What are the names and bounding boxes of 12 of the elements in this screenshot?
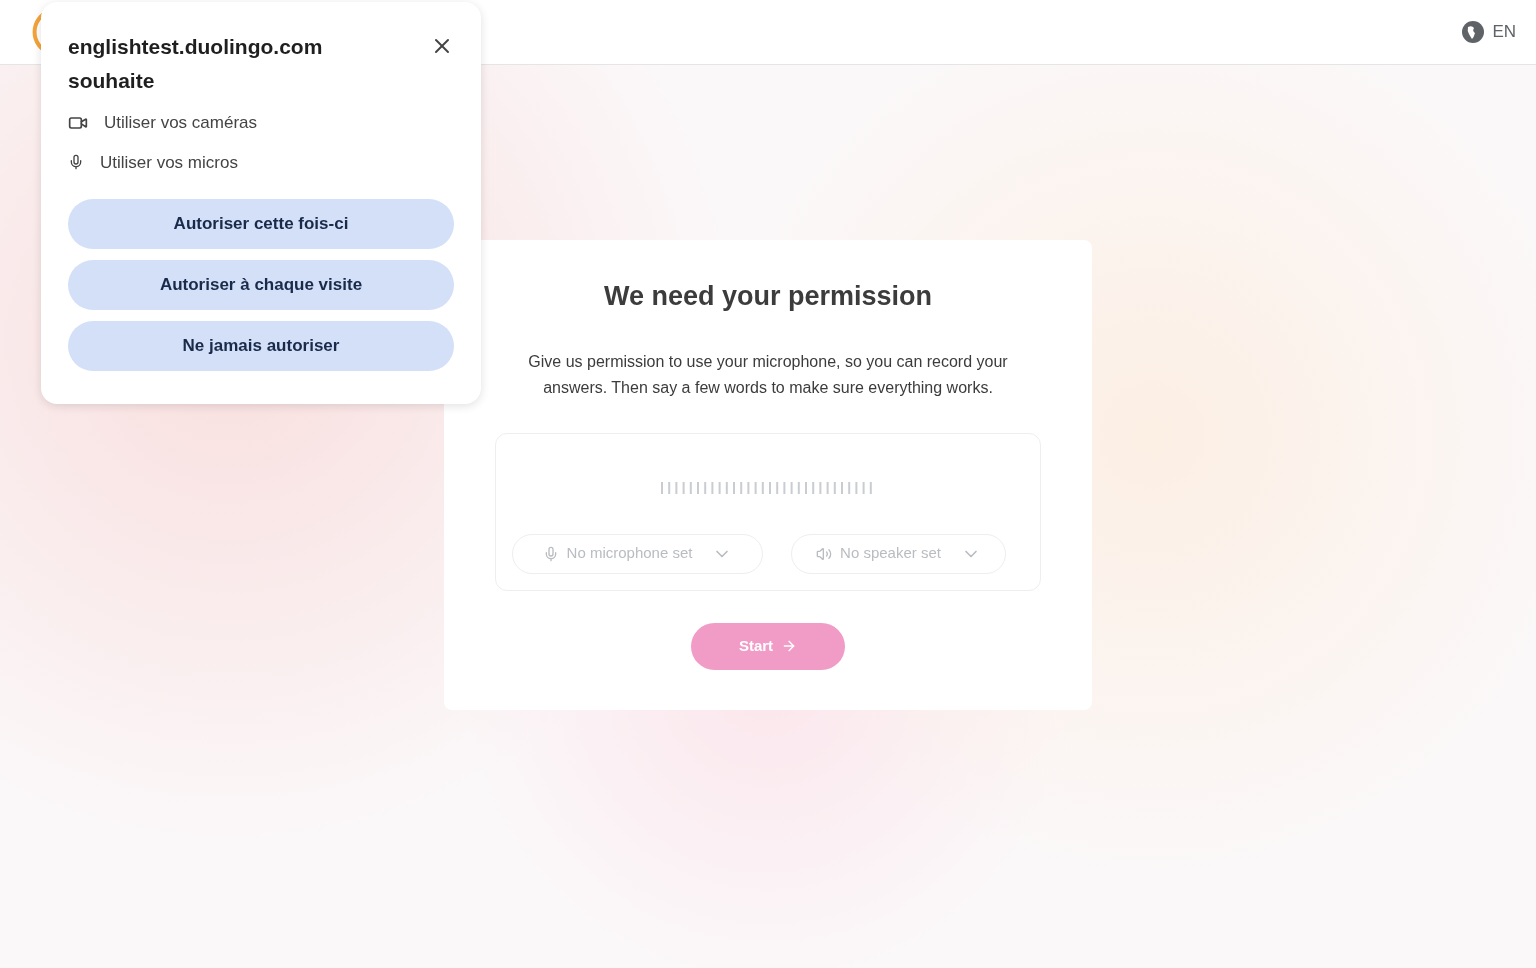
microphone-icon	[68, 154, 84, 171]
card-title: We need your permission	[603, 280, 933, 313]
permission-label: Utiliser vos caméras	[104, 112, 258, 134]
globe-icon	[1462, 21, 1485, 43]
popup-title: englishtest.duolingo.com souhaite	[68, 34, 324, 94]
permission-button[interactable]: Autoriser à chaque visite	[68, 260, 454, 310]
permission-button[interactable]: Autoriser cette fois-ci	[68, 199, 454, 249]
permission-button[interactable]: Ne jamais autoriser	[68, 321, 454, 371]
card-description: Give us permission to use your microphone, so you can record your answers. Then say a few words to make sure everything works.	[527, 351, 1009, 398]
language-label[interactable]: EN	[1492, 19, 1516, 45]
permission-label: Utiliser vos micros	[100, 151, 238, 174]
speaker-icon	[816, 545, 833, 562]
